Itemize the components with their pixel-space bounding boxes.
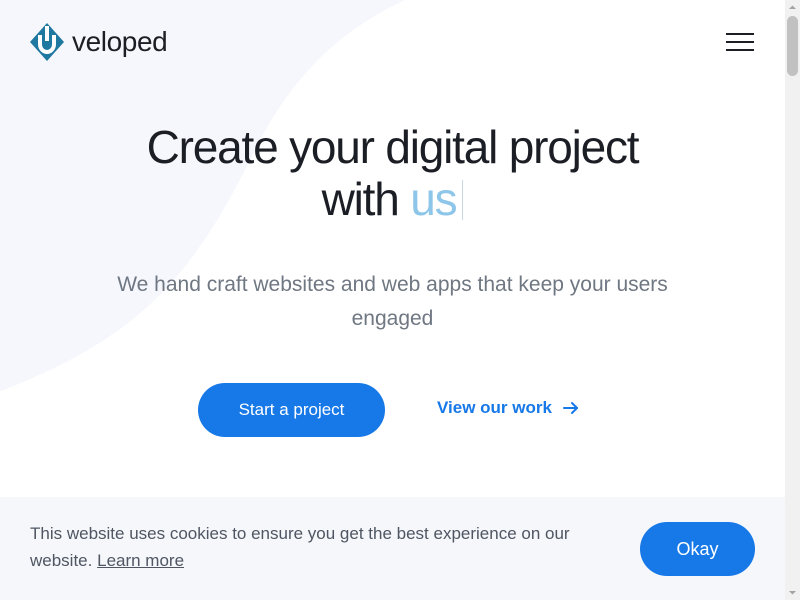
brand-name: veloped: [72, 26, 168, 57]
hero-title-accent-text: us: [410, 173, 457, 225]
scrollbar-thumb[interactable]: [787, 16, 798, 76]
view-our-work-label: View our work: [437, 398, 552, 417]
hamburger-menu-icon-line-top: [726, 33, 754, 35]
cookie-okay-button[interactable]: Okay: [640, 522, 755, 576]
cookie-message: This website uses cookies to ensure you …: [30, 520, 620, 574]
page: veloped Create your digital project with…: [0, 0, 785, 600]
site-header: veloped: [0, 0, 785, 90]
hamburger-menu-button[interactable]: [724, 31, 756, 55]
typing-cursor-icon: [462, 180, 464, 220]
vertical-scrollbar[interactable]: [785, 0, 800, 600]
hero-title-line-2-prefix: with: [321, 173, 411, 225]
learn-more-link[interactable]: Learn more: [97, 551, 184, 570]
hamburger-menu-icon-line-middle: [726, 41, 754, 43]
view-our-work-link[interactable]: View our work: [437, 396, 580, 420]
hero-title: Create your digital project with us: [0, 121, 785, 225]
scroll-up-arrow-icon[interactable]: [788, 3, 797, 12]
hero-subtitle: We hand craft websites and web apps that…: [117, 273, 668, 330]
cookie-consent-bar: This website uses cookies to ensure you …: [0, 497, 785, 600]
arrow-right-icon: [562, 402, 578, 414]
scroll-down-arrow-icon[interactable]: [788, 588, 797, 597]
start-project-button[interactable]: Start a project: [198, 383, 385, 437]
brand-logo-link[interactable]: veloped: [30, 23, 168, 61]
hero-actions: Start a project View our work: [198, 383, 618, 438]
hero-title-line-1: Create your digital project: [146, 121, 640, 173]
hamburger-menu-icon-line-bottom: [726, 49, 754, 51]
veloped-logo-mark-icon: [30, 23, 64, 61]
